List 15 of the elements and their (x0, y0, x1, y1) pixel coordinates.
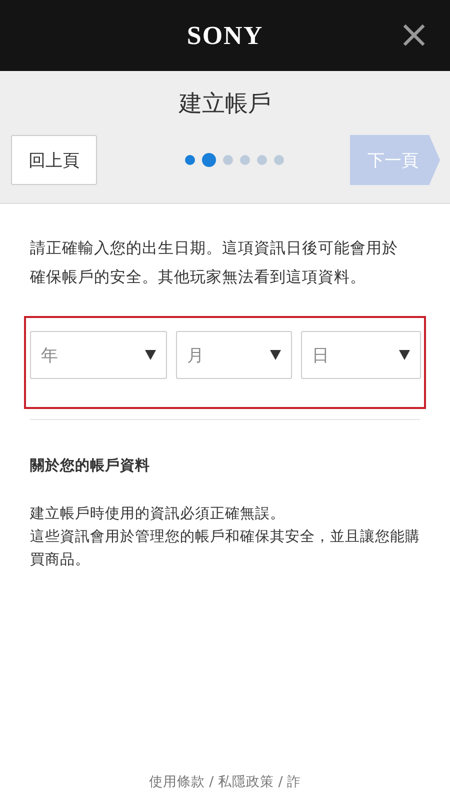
back-button[interactable]: 回上頁 (11, 135, 97, 185)
sony-logo: SONY (186, 20, 264, 50)
dropdown-arrow-icon (270, 350, 281, 360)
dropdown-field[interactable]: 年 (30, 331, 167, 379)
intro-text: 請正確輸入您的出生日期。這項資訊日後可能會用於確保帳戶的安全。其他玩家無法看到這項資料。 (30, 238, 399, 288)
dropdown-field[interactable]: 月 (176, 331, 292, 379)
dropdown-arrow-icon (145, 350, 156, 360)
section-heading: 關於您的帳戶資料 (30, 456, 151, 475)
info-text: 這些資訊會用於管理您的帳戶和確保其安全，並且讓您能購買商品。 (30, 528, 420, 570)
page-title: 建立帳戶 (178, 90, 272, 119)
close-button[interactable]: × (398, 14, 430, 54)
dropdown-arrow-icon (399, 350, 410, 360)
info-text: 建立帳戶時使用的資訊必須正確無誤。 (30, 504, 286, 524)
dropdown-field[interactable]: 日 (301, 331, 421, 379)
footer-links[interactable]: 使用條款 / 私隱政策 / 詐 (148, 774, 302, 790)
